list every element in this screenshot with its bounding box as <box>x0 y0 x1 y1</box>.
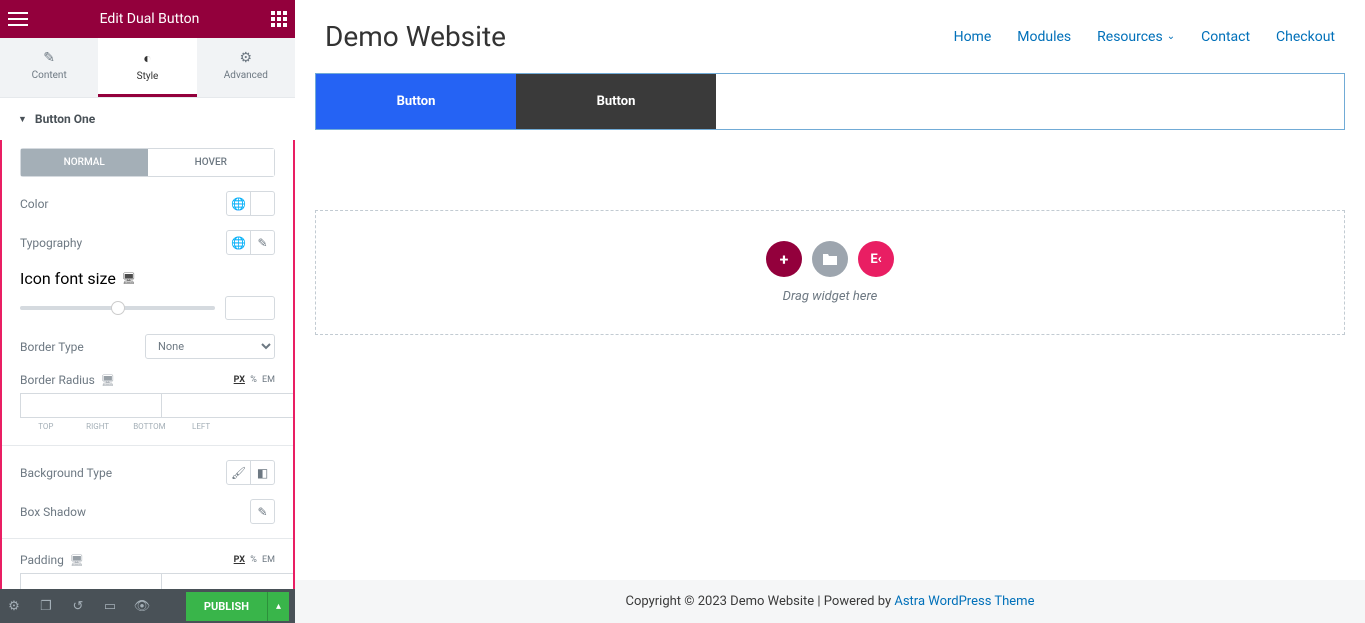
nav-contact[interactable]: Contact <box>1201 29 1250 45</box>
border-radius-top[interactable] <box>20 393 161 418</box>
sidebar-header: Edit Dual Button <box>0 0 295 38</box>
main-nav: Home Modules Resources ⌄ Contact Checkou… <box>954 29 1335 45</box>
site-footer: Copyright © 2023 Demo Website | Powered … <box>295 580 1365 623</box>
edit-icon[interactable]: ✎ <box>250 499 275 524</box>
desktop-icon[interactable]: 🖥 <box>70 554 84 567</box>
footer-toolbar: ⚙ ❐ ↺ ▭ 👁 PUBLISH ▴ <box>0 589 295 623</box>
icon-font-size-slider[interactable] <box>20 306 215 310</box>
border-radius-label: Border Radius <box>20 373 95 387</box>
chevron-down-icon: ⌄ <box>1167 31 1175 42</box>
tab-advanced[interactable]: ⚙ Advanced <box>197 38 295 97</box>
padding-label: Padding <box>20 553 64 567</box>
padding-inputs: 🔗 <box>20 573 275 589</box>
edit-icon[interactable]: ✎ <box>250 230 275 255</box>
unit-percent[interactable]: % <box>250 375 257 385</box>
pencil-icon: ✎ <box>0 50 98 66</box>
border-radius-inputs: 🔗 <box>20 393 275 418</box>
globe-icon[interactable]: 🌐 <box>226 191 251 216</box>
color-control: Color 🌐 <box>20 191 275 216</box>
background-type-control: Background Type 🖌 ◧ <box>20 460 275 485</box>
template-library-icon[interactable] <box>812 241 848 277</box>
style-panel: NORMAL HOVER Color 🌐 Typography 🌐 ✎ <box>0 140 295 589</box>
box-shadow-label: Box Shadow <box>20 505 86 519</box>
nav-home[interactable]: Home <box>954 29 992 45</box>
unit-percent[interactable]: % <box>250 555 257 565</box>
gear-icon: ⚙ <box>197 50 295 66</box>
icon-font-size-label: Icon font size <box>20 269 116 288</box>
border-type-control: Border Type None <box>20 334 275 359</box>
border-radius-header: Border Radius 🖥 PX % EM <box>20 373 275 387</box>
desktop-icon[interactable]: 🖥 <box>101 374 115 387</box>
typography-control: Typography 🌐 ✎ <box>20 230 275 255</box>
nav-resources-label: Resources <box>1097 29 1163 45</box>
units-selector: PX % EM <box>231 555 275 565</box>
drop-zone-text: Drag widget here <box>346 289 1314 304</box>
button-two[interactable]: Button <box>516 74 716 129</box>
apps-grid-icon[interactable] <box>271 11 287 27</box>
footer-theme-link[interactable]: Astra WordPress Theme <box>894 594 1034 609</box>
settings-icon[interactable]: ⚙ <box>6 598 22 614</box>
add-section-icon[interactable]: + <box>766 241 802 277</box>
padding-header: Padding 🖥 PX % EM <box>20 553 275 567</box>
unit-px[interactable]: PX <box>234 375 245 385</box>
preview-icon[interactable]: 👁 <box>134 598 150 614</box>
units-selector: PX % EM <box>231 375 275 385</box>
navigator-icon[interactable]: ❐ <box>38 598 54 614</box>
button-one[interactable]: Button <box>316 74 516 129</box>
header-title: Edit Dual Button <box>100 11 200 27</box>
border-type-label: Border Type <box>20 340 84 354</box>
tab-content-label: Content <box>32 70 67 81</box>
history-icon[interactable]: ↺ <box>70 598 86 614</box>
site-header: Demo Website Home Modules Resources ⌄ Co… <box>295 0 1365 73</box>
editor-tabs: ✎ Content ◐ Style ⚙ Advanced <box>0 38 295 98</box>
tab-content[interactable]: ✎ Content <box>0 38 98 97</box>
tab-advanced-label: Advanced <box>224 70 268 81</box>
gradient-icon[interactable]: ◧ <box>250 460 275 485</box>
desktop-icon[interactable]: 🖥 <box>122 272 136 285</box>
padding-top[interactable] <box>20 573 161 589</box>
responsive-icon[interactable]: ▭ <box>102 598 118 614</box>
tab-style[interactable]: ◐ Style <box>98 38 196 97</box>
icon-font-size-input[interactable] <box>225 296 275 320</box>
contrast-icon: ◐ <box>98 50 196 67</box>
state-tabs: NORMAL HOVER <box>20 148 275 177</box>
section-button-one[interactable]: Button One <box>0 98 295 140</box>
elementskit-icon[interactable]: E‹ <box>858 241 894 277</box>
tab-style-label: Style <box>137 71 159 82</box>
globe-icon[interactable]: 🌐 <box>226 230 251 255</box>
publish-options-caret-icon[interactable]: ▴ <box>267 592 289 621</box>
unit-em[interactable]: EM <box>262 555 275 565</box>
nav-modules[interactable]: Modules <box>1017 29 1071 45</box>
box-shadow-control: Box Shadow ✎ <box>20 499 275 524</box>
publish-button[interactable]: PUBLISH <box>186 592 267 621</box>
border-radius-labels: TOP RIGHT BOTTOM LEFT <box>20 422 275 431</box>
drop-zone[interactable]: + E‹ Drag widget here <box>315 210 1345 335</box>
background-type-label: Background Type <box>20 466 112 480</box>
color-label: Color <box>20 197 48 211</box>
state-tab-hover[interactable]: HOVER <box>148 149 275 176</box>
brush-icon[interactable]: 🖌 <box>226 460 251 485</box>
typography-label: Typography <box>20 236 82 250</box>
editor-sidebar: Edit Dual Button ✎ Content ◐ Style ⚙ Adv… <box>0 0 295 623</box>
preview-canvas: Demo Website Home Modules Resources ⌄ Co… <box>295 0 1365 623</box>
icon-font-size-control: Icon font size 🖥 <box>20 269 275 320</box>
nav-resources[interactable]: Resources ⌄ <box>1097 29 1175 45</box>
state-tab-normal[interactable]: NORMAL <box>21 149 148 176</box>
nav-checkout[interactable]: Checkout <box>1276 29 1335 45</box>
menu-icon[interactable] <box>8 12 28 26</box>
site-title: Demo Website <box>325 20 506 53</box>
section-title: Button One <box>35 112 95 126</box>
unit-em[interactable]: EM <box>262 375 275 385</box>
unit-px[interactable]: PX <box>234 555 245 565</box>
border-radius-right[interactable] <box>161 393 295 418</box>
border-type-select[interactable]: None <box>145 334 275 359</box>
dual-button-widget[interactable]: Button Button <box>315 73 1345 130</box>
padding-right[interactable] <box>161 573 295 589</box>
footer-text: Copyright © 2023 Demo Website | Powered … <box>626 594 895 609</box>
color-swatch[interactable] <box>250 191 275 216</box>
